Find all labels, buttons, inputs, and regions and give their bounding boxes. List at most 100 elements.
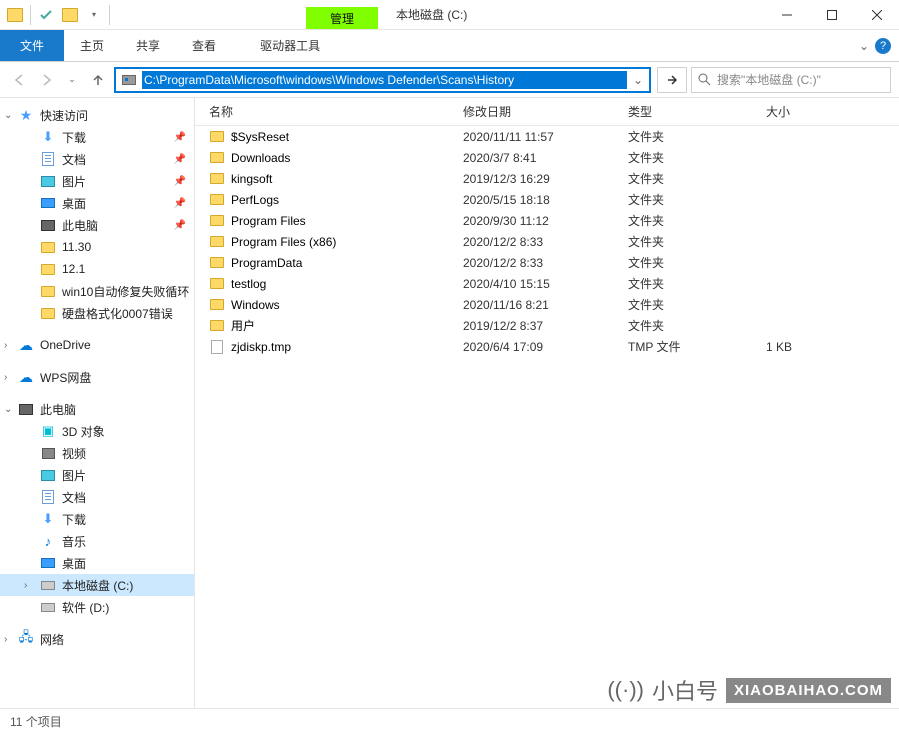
sidebar-item[interactable]: 软件 (D:): [0, 596, 194, 618]
ribbon-view-tab[interactable]: 查看: [176, 30, 232, 61]
drive-icon: [40, 577, 56, 593]
sidebar-item[interactable]: ♪音乐: [0, 530, 194, 552]
forward-button[interactable]: [34, 68, 58, 92]
table-row[interactable]: 用户2019/12/2 8:37文件夹: [195, 315, 899, 336]
ribbon-share-tab[interactable]: 共享: [120, 30, 176, 61]
folder-icon: [40, 283, 56, 299]
expand-icon[interactable]: ›: [24, 580, 36, 591]
sidebar-item[interactable]: › 本地磁盘 (C:): [0, 574, 194, 596]
sidebar-item[interactable]: 桌面📌: [0, 192, 194, 214]
close-button[interactable]: [854, 0, 899, 30]
expand-icon[interactable]: ›: [4, 372, 16, 383]
table-row[interactable]: zjdiskp.tmp2020/6/4 17:09TMP 文件1 KB: [195, 336, 899, 357]
checkmark-icon[interactable]: [35, 4, 57, 26]
sidebar-item-label: 音乐: [62, 533, 86, 550]
file-type: 文件夹: [628, 128, 766, 145]
folder-icon: [40, 261, 56, 277]
table-row[interactable]: PerfLogs2020/5/15 18:18文件夹: [195, 189, 899, 210]
folder-icon: [209, 171, 225, 187]
sidebar-item-label: win10自动修复失败循环: [62, 283, 189, 300]
sidebar-item[interactable]: 图片📌: [0, 170, 194, 192]
expand-icon[interactable]: ›: [4, 634, 16, 645]
expand-icon[interactable]: ⌄: [4, 404, 16, 415]
column-date[interactable]: 修改日期: [463, 103, 628, 120]
separator: [109, 5, 110, 25]
sidebar-wps[interactable]: › ☁ WPS网盘: [0, 366, 194, 388]
folder-icon: [40, 239, 56, 255]
search-input[interactable]: 搜索"本地磁盘 (C:)": [691, 67, 891, 93]
cloud-icon: ☁: [18, 369, 34, 385]
quick-access-toolbar: ▾: [0, 4, 116, 26]
sidebar-onedrive[interactable]: › ☁ OneDrive: [0, 334, 194, 356]
address-dropdown[interactable]: ⌄: [627, 73, 649, 87]
file-date: 2020/12/2 8:33: [463, 256, 628, 270]
ribbon-home-tab[interactable]: 主页: [64, 30, 120, 61]
column-size[interactable]: 大小: [766, 103, 856, 120]
table-row[interactable]: Program Files2020/9/30 11:12文件夹: [195, 210, 899, 231]
sidebar-item[interactable]: 文档: [0, 486, 194, 508]
table-row[interactable]: Downloads2020/3/7 8:41文件夹: [195, 147, 899, 168]
file-type: 文件夹: [628, 212, 766, 229]
go-button[interactable]: [657, 67, 687, 93]
sidebar-network[interactable]: › 🖧 网络: [0, 628, 194, 650]
expand-icon[interactable]: ⌄: [4, 110, 16, 121]
file-type: 文件夹: [628, 317, 766, 334]
sidebar-item[interactable]: ⬇ 下载: [0, 508, 194, 530]
sidebar-quick-access[interactable]: ⌄ ★ 快速访问: [0, 104, 194, 126]
separator: [30, 5, 31, 25]
navigation-pane[interactable]: ⌄ ★ 快速访问 ⬇下载📌文档📌图片📌桌面📌此电脑📌11.3012.1win10…: [0, 98, 195, 708]
minimize-button[interactable]: [764, 0, 809, 30]
sidebar-item[interactable]: 11.30: [0, 236, 194, 258]
file-type: 文件夹: [628, 275, 766, 292]
address-bar[interactable]: C:\ProgramData\Microsoft\windows\Windows…: [114, 67, 651, 93]
column-name[interactable]: 名称: [209, 103, 463, 120]
status-bar: 11 个项目: [0, 708, 899, 734]
sidebar-item[interactable]: ⬇下载📌: [0, 126, 194, 148]
table-row[interactable]: ProgramData2020/12/2 8:33文件夹: [195, 252, 899, 273]
back-button[interactable]: [8, 68, 32, 92]
up-button[interactable]: [86, 68, 110, 92]
qat-folder-icon[interactable]: [59, 4, 81, 26]
sidebar-item[interactable]: 此电脑📌: [0, 214, 194, 236]
column-type[interactable]: 类型: [628, 103, 766, 120]
maximize-button[interactable]: [809, 0, 854, 30]
sidebar-item-label: 软件 (D:): [62, 599, 109, 616]
expand-icon[interactable]: ›: [4, 340, 16, 351]
sidebar-item-label: 本地磁盘 (C:): [62, 577, 133, 594]
table-row[interactable]: kingsoft2019/12/3 16:29文件夹: [195, 168, 899, 189]
table-row[interactable]: Windows2020/11/16 8:21文件夹: [195, 294, 899, 315]
sidebar-item-label: 硬盘格式化0007错误: [62, 305, 173, 322]
address-text[interactable]: C:\ProgramData\Microsoft\windows\Windows…: [142, 71, 627, 89]
table-row[interactable]: $SysReset2020/11/11 11:57文件夹: [195, 126, 899, 147]
watermark: ((·)) 小白号 XIAOBAIHAO.COM: [607, 674, 891, 706]
folder-icon: [209, 150, 225, 166]
sidebar-item[interactable]: 12.1: [0, 258, 194, 280]
chevron-down-icon[interactable]: ⌄: [859, 39, 869, 53]
sidebar-item[interactable]: 桌面: [0, 552, 194, 574]
table-row[interactable]: testlog2020/4/10 15:15文件夹: [195, 273, 899, 294]
sidebar-item-label: 下载: [62, 511, 86, 528]
help-icon[interactable]: ?: [875, 38, 891, 54]
folder-icon[interactable]: [4, 4, 26, 26]
sidebar-item[interactable]: 硬盘格式化0007错误: [0, 302, 194, 324]
table-row[interactable]: Program Files (x86)2020/12/2 8:33文件夹: [195, 231, 899, 252]
folder-icon: [209, 192, 225, 208]
sidebar-item[interactable]: 视频: [0, 442, 194, 464]
download-icon: ⬇: [40, 511, 56, 527]
sidebar-item[interactable]: win10自动修复失败循环: [0, 280, 194, 302]
pin-icon: 📌: [174, 132, 186, 143]
sidebar-this-pc[interactable]: ⌄ 此电脑: [0, 398, 194, 420]
file-list[interactable]: 名称 修改日期 类型 大小 $SysReset2020/11/11 11:57文…: [195, 98, 899, 708]
ribbon-file-tab[interactable]: 文件: [0, 30, 64, 61]
sidebar-item-label: 11.30: [62, 240, 91, 254]
folder-icon: [209, 234, 225, 250]
file-type: 文件夹: [628, 170, 766, 187]
sidebar-item[interactable]: 文档📌: [0, 148, 194, 170]
qat-dropdown-icon[interactable]: ▾: [83, 4, 105, 26]
ribbon-drivetools-tab[interactable]: 驱动器工具: [244, 30, 336, 61]
context-tab-manage[interactable]: 管理: [306, 7, 378, 29]
sidebar-item[interactable]: ▣3D 对象: [0, 420, 194, 442]
file-size: 1 KB: [766, 340, 856, 354]
recent-dropdown[interactable]: ⌄: [60, 68, 84, 92]
sidebar-item[interactable]: 图片: [0, 464, 194, 486]
